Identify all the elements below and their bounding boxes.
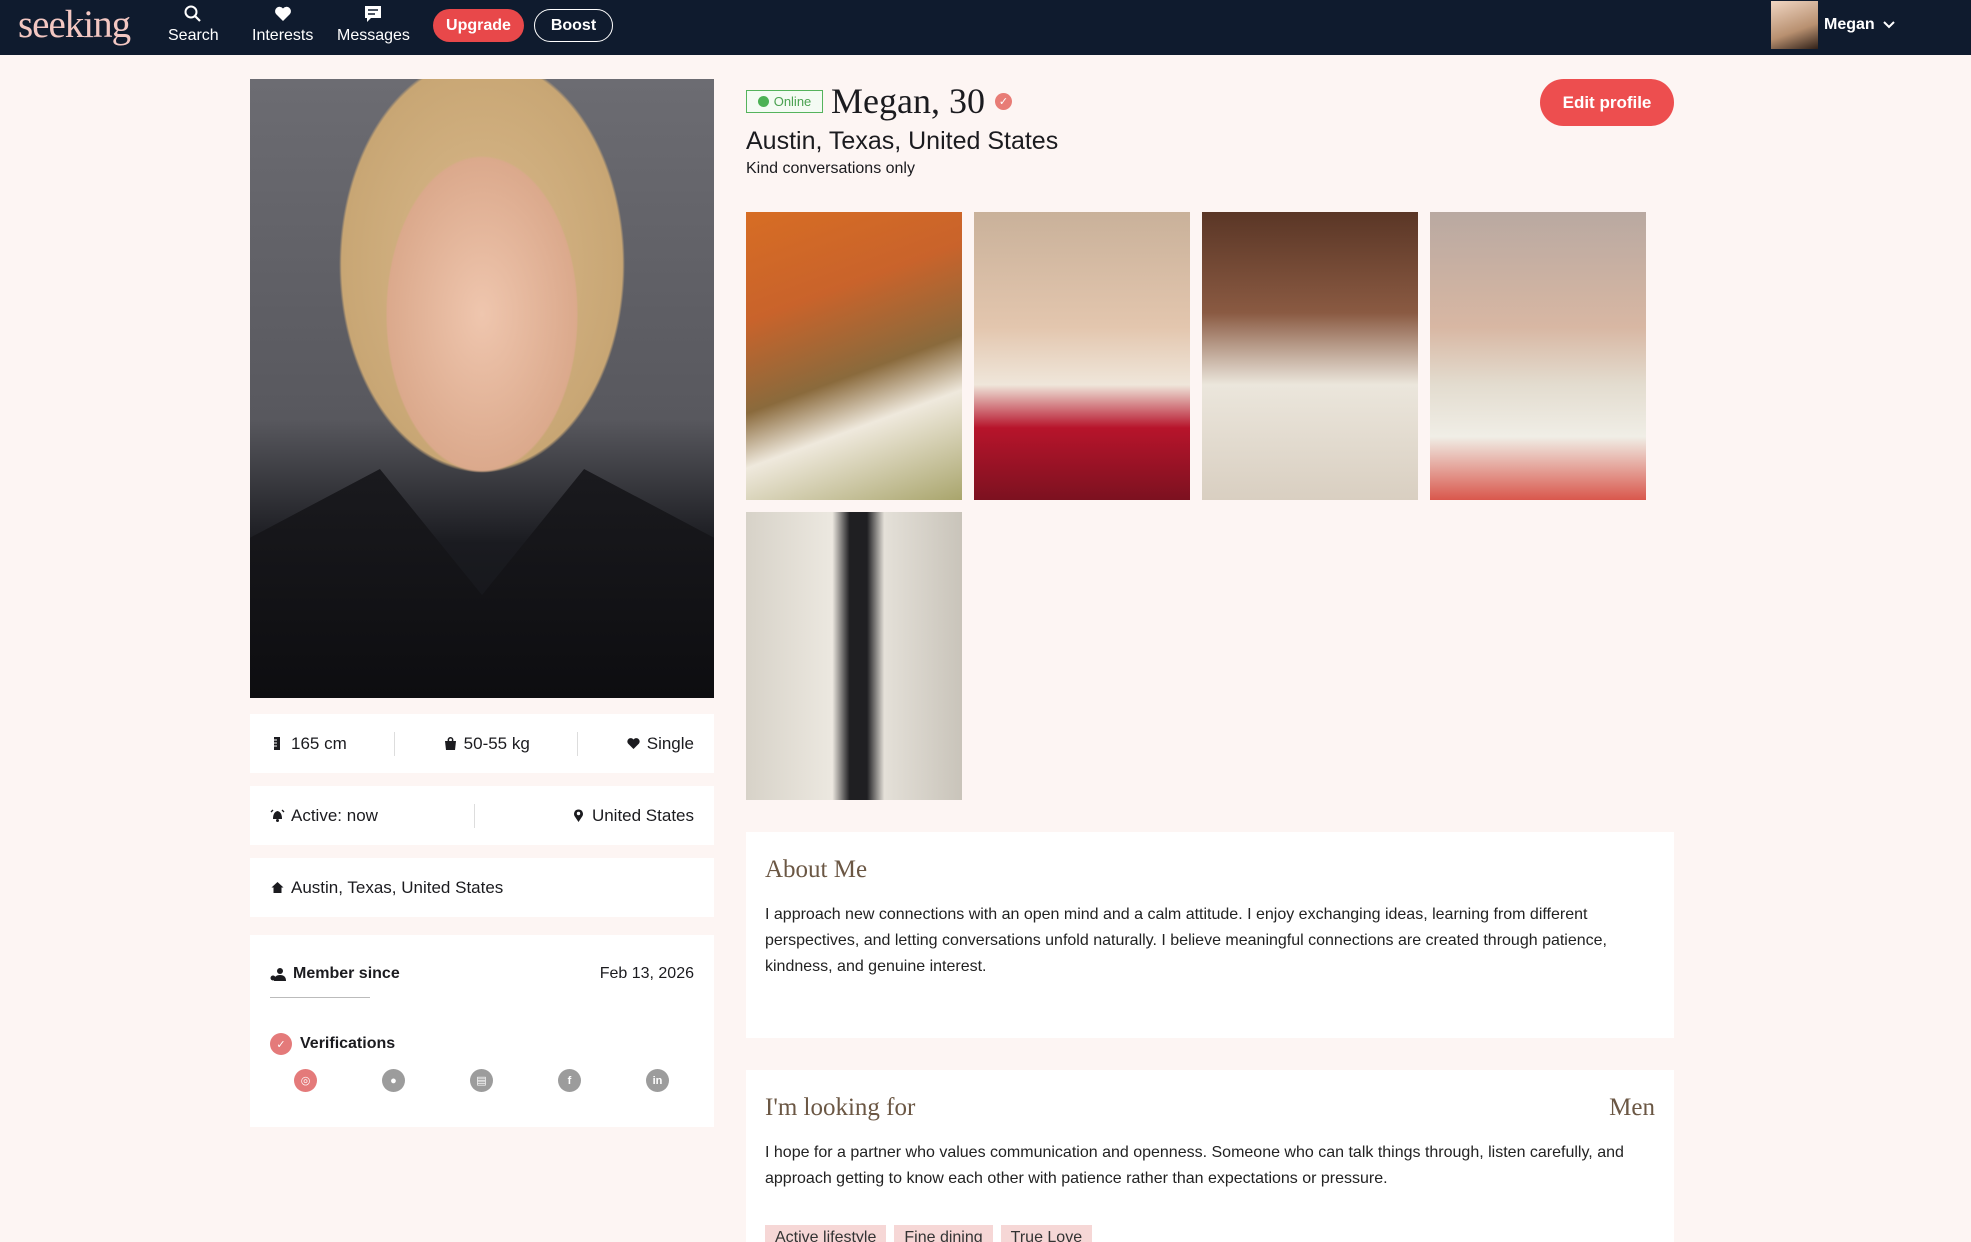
divider (270, 997, 370, 998)
profile-tagline: Kind conversations only (746, 160, 915, 177)
verifications-label: Verifications (300, 1035, 396, 1052)
online-label: Online (773, 94, 812, 109)
nav-interests-label: Interests (252, 27, 314, 44)
main-profile-photo[interactable] (250, 79, 714, 698)
about-me-section: About Me I approach new connections with… (746, 832, 1674, 1038)
activity-card: Active: now United States (250, 786, 714, 845)
interest-tag: Active lifestyle (765, 1225, 887, 1242)
nav-search-label: Search (168, 27, 219, 44)
gallery-photo[interactable] (1202, 212, 1418, 500)
height-stat: 165 cm (270, 734, 347, 754)
heart-icon (274, 6, 291, 21)
member-card: Member since Feb 13, 2026 ✓ Verification… (250, 935, 714, 1127)
online-badge: Online (746, 90, 823, 113)
interest-tag: Fine dining (894, 1225, 993, 1242)
relationship-value: Single (646, 733, 694, 753)
looking-for-section: I'm looking for Men I hope for a partner… (746, 1070, 1674, 1242)
avatar (1771, 1, 1818, 49)
user-name: Megan (1824, 16, 1875, 33)
about-me-title: About Me (765, 856, 868, 883)
facebook-icon[interactable]: f (558, 1069, 581, 1092)
home-card: Austin, Texas, United States (250, 858, 714, 917)
ruler-icon (274, 737, 280, 750)
member-since: Member since (270, 965, 400, 983)
id-verification-icon[interactable]: ● (382, 1069, 405, 1092)
upgrade-button[interactable]: Upgrade (433, 9, 524, 42)
looking-for-text: I hope for a partner who values communic… (765, 1144, 1624, 1187)
search-icon (184, 5, 202, 22)
nav-interests[interactable]: Interests (252, 4, 313, 50)
heart-icon (627, 738, 640, 749)
seeking-logo[interactable]: seeking (18, 2, 131, 47)
photo-verification-icon[interactable]: ◎ (294, 1069, 317, 1092)
verified-icon: ✓ (994, 92, 1012, 110)
user-plus-icon (270, 967, 286, 981)
document-verification-icon[interactable]: ▤ (470, 1069, 493, 1092)
verifications-heading: ✓ Verifications (270, 1033, 395, 1055)
check-badge-icon: ✓ (270, 1033, 292, 1055)
looking-for-target: Men (1609, 1094, 1655, 1121)
gallery-photo[interactable] (974, 212, 1190, 500)
active-value: Active: now (291, 805, 378, 825)
active-stat: Active: now (270, 806, 378, 826)
country-value: United States (591, 805, 694, 825)
profile-name-text: Megan, 30 (831, 81, 985, 121)
home-stat: Austin, Texas, United States (270, 878, 503, 898)
gallery-photo[interactable] (746, 512, 962, 800)
linkedin-icon[interactable]: in (646, 1069, 669, 1092)
weight-value: 50-55 kg (463, 733, 530, 753)
nav-messages[interactable]: Messages (337, 4, 410, 50)
online-dot-icon (757, 96, 769, 107)
relationship-stat: Single (626, 734, 694, 754)
divider (473, 803, 475, 828)
home-value: Austin, Texas, United States (291, 877, 504, 897)
height-value: 165 cm (291, 733, 347, 753)
boost-button[interactable]: Boost (534, 9, 613, 42)
looking-for-title: I'm looking for (765, 1094, 916, 1121)
message-icon (365, 6, 382, 22)
about-me-text: I approach new connections with an open … (765, 906, 1607, 975)
photo-shirt-shape (250, 469, 714, 698)
weight-icon (444, 737, 456, 750)
country-stat: United States (571, 806, 694, 826)
divider (577, 731, 579, 756)
profile-location: Austin, Texas, United States (746, 127, 1059, 155)
gallery-photo[interactable] (1430, 212, 1646, 500)
home-icon (271, 882, 284, 893)
divider (394, 731, 396, 756)
edit-profile-button[interactable]: Edit profile (1540, 79, 1674, 126)
member-since-date: Feb 13, 2026 (599, 965, 694, 982)
top-nav-bar: seeking Search Interests Messages Upgrad… (0, 0, 1971, 55)
body-stats-card: 165 cm 50-55 kg Single (250, 714, 714, 773)
location-pin-icon (573, 809, 583, 822)
interest-tags: Active lifestyle Fine dining True Love (765, 1225, 1093, 1242)
nav-messages-label: Messages (337, 27, 410, 44)
interest-tag: True Love (1000, 1225, 1093, 1242)
profile-name: Megan, 30 ✓ (831, 80, 1012, 122)
member-since-label: Member since (293, 965, 400, 982)
gallery-photo[interactable] (746, 212, 962, 500)
nav-search[interactable]: Search (168, 4, 219, 50)
bell-icon (270, 809, 285, 822)
verification-icons: ◎ ● ▤ f in (294, 1069, 669, 1092)
user-menu[interactable]: Megan (1771, 0, 1895, 50)
chevron-down-icon (1882, 21, 1895, 29)
weight-stat: 50-55 kg (443, 734, 530, 754)
